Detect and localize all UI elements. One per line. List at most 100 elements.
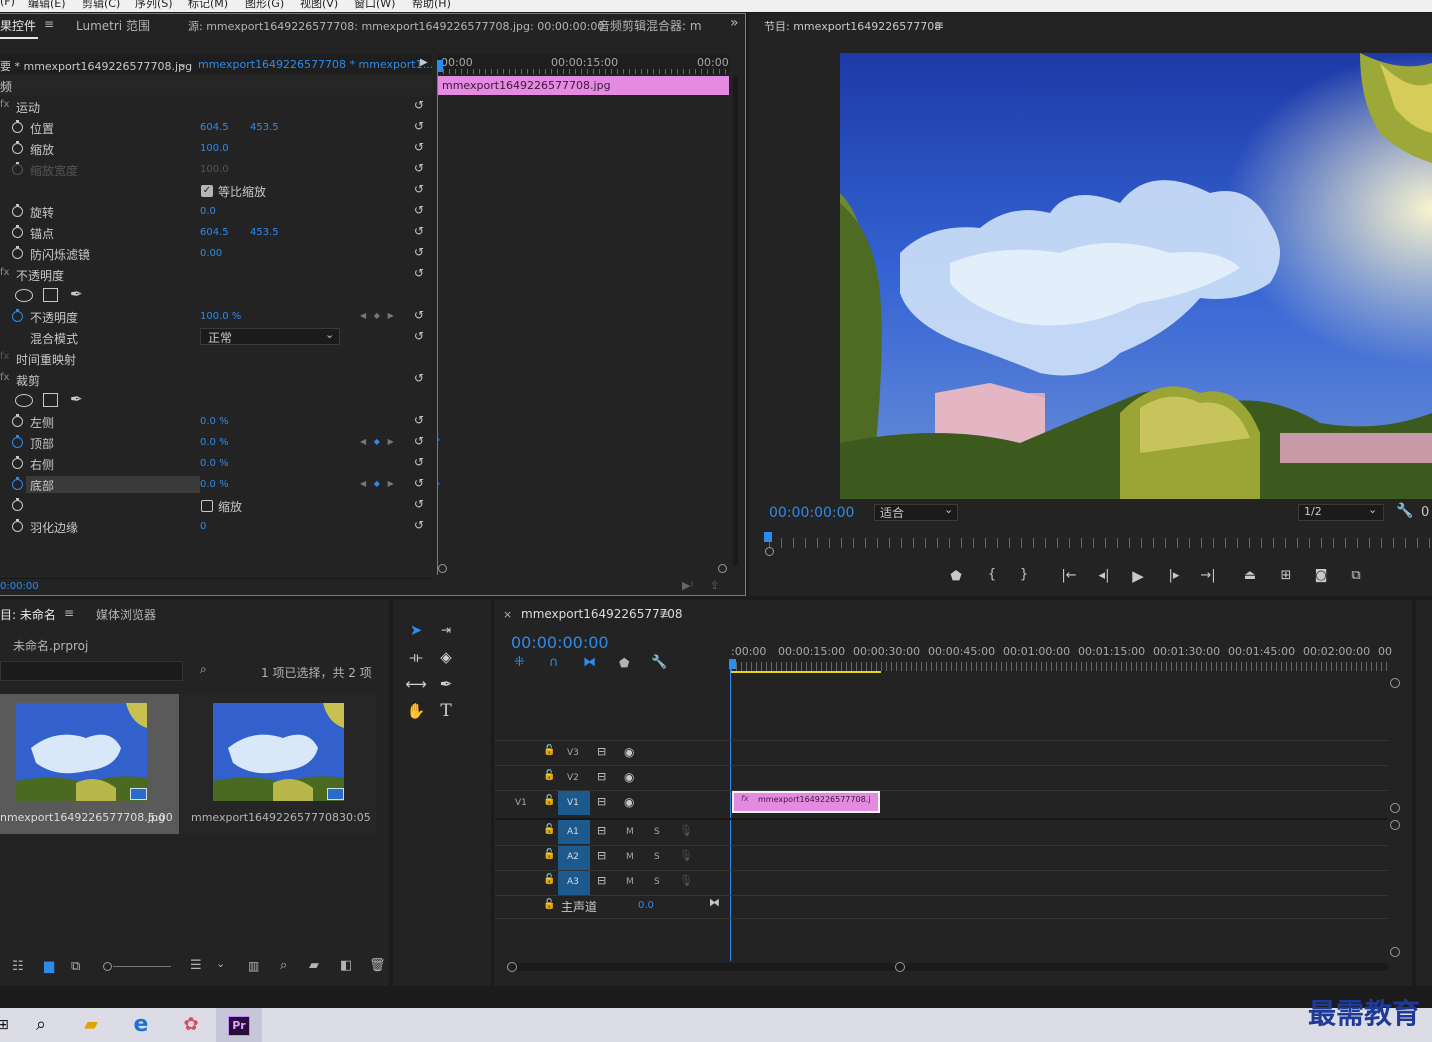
- tab-menu-icon[interactable]: ≡: [934, 18, 944, 32]
- search-icon[interactable]: ⌕: [280, 958, 287, 973]
- sync-lock-icon[interactable]: ⊟: [597, 849, 606, 862]
- razor-tool-icon[interactable]: ◈: [434, 646, 458, 668]
- solo-button[interactable]: S: [654, 877, 660, 887]
- add-marker-icon[interactable]: ⬟: [946, 569, 966, 584]
- slip-tool-icon[interactable]: ⟷: [404, 673, 428, 695]
- reset-icon[interactable]: ↺: [414, 455, 428, 469]
- menu-marker[interactable]: 标记(M): [188, 0, 228, 11]
- go-to-in-icon[interactable]: |←: [1059, 568, 1079, 583]
- new-bin-icon[interactable]: ▰: [309, 958, 319, 973]
- tab-source[interactable]: 源: mmexport1649226577708: mmexport164922…: [188, 18, 604, 34]
- zoom-handle-left[interactable]: [438, 564, 447, 573]
- lift-icon[interactable]: ⏏: [1240, 568, 1260, 583]
- play-arrow-icon[interactable]: ▶: [420, 57, 428, 68]
- freeform-view-icon[interactable]: ⧉: [71, 959, 80, 974]
- step-back-icon[interactable]: ◂|: [1094, 568, 1114, 583]
- rotation-value[interactable]: 0.0: [200, 206, 216, 217]
- lock-icon[interactable]: 🔓: [543, 795, 555, 806]
- reset-icon[interactable]: ↺: [414, 224, 428, 238]
- edge-browser-icon[interactable]: e: [128, 1012, 154, 1038]
- source-patch-v1[interactable]: V1: [515, 798, 527, 808]
- app-icon[interactable]: ✿: [178, 1012, 204, 1038]
- play-audio-icon[interactable]: ▶⁾: [682, 579, 693, 592]
- sync-lock-icon[interactable]: ⊟: [597, 770, 606, 783]
- mic-icon[interactable]: 🎙: [679, 874, 693, 887]
- mic-icon[interactable]: 🎙: [679, 849, 693, 862]
- camera-icon[interactable]: ◙: [1311, 568, 1331, 583]
- program-video-frame[interactable]: [840, 53, 1432, 499]
- crop-left-value[interactable]: 0.0 %: [200, 416, 229, 427]
- sync-lock-icon[interactable]: ⊟: [597, 874, 606, 887]
- time-remap-label[interactable]: 时间重映射: [16, 351, 76, 368]
- crop-label[interactable]: 裁剪: [16, 372, 40, 389]
- ec-vscroll[interactable]: [733, 76, 738, 566]
- tab-audio-mixer[interactable]: 音频剪辑混合器: m: [598, 17, 708, 34]
- track-label[interactable]: V3: [567, 748, 579, 758]
- program-ruler[interactable]: [769, 538, 1432, 548]
- opacity-group-label[interactable]: 不透明度: [16, 267, 64, 284]
- lock-icon[interactable]: 🔓: [543, 874, 555, 885]
- position-y-value[interactable]: 453.5: [250, 122, 279, 133]
- anchor-y-value[interactable]: 453.5: [250, 227, 279, 238]
- reset-icon[interactable]: ↺: [414, 308, 428, 322]
- menu-file[interactable]: (F): [0, 0, 15, 8]
- keyframe-nav-icon[interactable]: ◀ ◆ ▶: [360, 479, 394, 488]
- reset-icon[interactable]: ↺: [414, 434, 428, 448]
- reset-icon[interactable]: ↺: [414, 182, 428, 196]
- vscroll-handle[interactable]: [1390, 947, 1400, 957]
- chevron-down-icon[interactable]: ⌄: [178, 57, 187, 70]
- tab-project[interactable]: 目: 未命名: [0, 606, 56, 623]
- sync-lock-icon[interactable]: ⊟: [597, 824, 606, 837]
- file-explorer-icon[interactable]: ▰: [78, 1012, 104, 1038]
- sequence-clip-name[interactable]: mmexport1649226577708 * mmexport1...: [198, 58, 433, 71]
- sync-lock-icon[interactable]: ⊟: [597, 795, 606, 808]
- menu-clip[interactable]: 剪辑(C): [82, 0, 120, 11]
- mark-in-icon[interactable]: {: [982, 567, 1002, 582]
- flicker-value[interactable]: 0.00: [200, 248, 222, 259]
- reset-icon[interactable]: ↺: [414, 518, 428, 532]
- feather-value[interactable]: 0: [200, 521, 206, 532]
- anchor-x-value[interactable]: 604.5: [200, 227, 229, 238]
- zoom-slider-handle[interactable]: [103, 962, 112, 971]
- start-icon[interactable]: ⊞: [0, 1012, 16, 1038]
- go-to-out-icon[interactable]: →|: [1198, 568, 1218, 583]
- vscroll-handle[interactable]: [1390, 678, 1400, 688]
- timeline-timecode[interactable]: 00:00:00:00: [511, 633, 609, 652]
- pen-mask-icon[interactable]: ✒: [70, 285, 83, 303]
- eye-icon[interactable]: ◉: [624, 745, 634, 759]
- program-zoom-handle[interactable]: [765, 547, 774, 556]
- ripple-edit-tool-icon[interactable]: ⟛: [404, 646, 428, 668]
- eye-icon[interactable]: ◉: [624, 795, 634, 809]
- reset-icon[interactable]: ↺: [414, 245, 428, 259]
- stopwatch-icon[interactable]: [12, 141, 23, 154]
- selection-tool-icon[interactable]: ➤: [404, 619, 428, 641]
- hand-tool-icon[interactable]: ✋: [404, 700, 428, 722]
- reset-icon[interactable]: ↺: [414, 266, 428, 280]
- step-forward-icon[interactable]: |▸: [1164, 568, 1184, 583]
- premiere-pro-icon[interactable]: Pr: [228, 1016, 250, 1036]
- new-item-icon[interactable]: ◧: [340, 958, 352, 973]
- menu-edit[interactable]: 编辑(E): [28, 0, 66, 11]
- eye-icon[interactable]: ◉: [624, 770, 634, 784]
- source-clip-name[interactable]: 要 * mmexport1649226577708.jpg: [0, 58, 192, 74]
- trash-icon[interactable]: 🗑: [369, 958, 386, 973]
- wrench-icon[interactable]: 🔧: [651, 655, 667, 670]
- track-label[interactable]: V2: [567, 773, 579, 783]
- add-marker-icon[interactable]: ⬟: [619, 656, 629, 670]
- lock-icon[interactable]: 🔓: [543, 824, 555, 835]
- automate-icon[interactable]: ▥: [248, 959, 259, 973]
- chevron-down-icon[interactable]: ⌄: [216, 957, 225, 970]
- reset-icon[interactable]: ↺: [414, 329, 428, 343]
- menu-graphics[interactable]: 图形(G): [245, 0, 284, 11]
- overflow-icon[interactable]: »: [730, 15, 739, 31]
- stopwatch-icon[interactable]: [12, 204, 23, 217]
- crop-zoom-checkbox[interactable]: [201, 500, 213, 512]
- menu-help[interactable]: 帮助(H): [412, 0, 451, 11]
- lock-icon[interactable]: 🔓: [543, 770, 555, 781]
- pen-mask-icon[interactable]: ✒: [70, 390, 83, 408]
- track-select-tool-icon[interactable]: ⇥: [434, 619, 458, 641]
- linked-selection-icon[interactable]: ⧓: [583, 655, 596, 670]
- project-search-input[interactable]: [0, 661, 183, 681]
- tab-menu-icon[interactable]: ≡: [44, 17, 54, 31]
- search-icon[interactable]: ⌕: [28, 1012, 54, 1038]
